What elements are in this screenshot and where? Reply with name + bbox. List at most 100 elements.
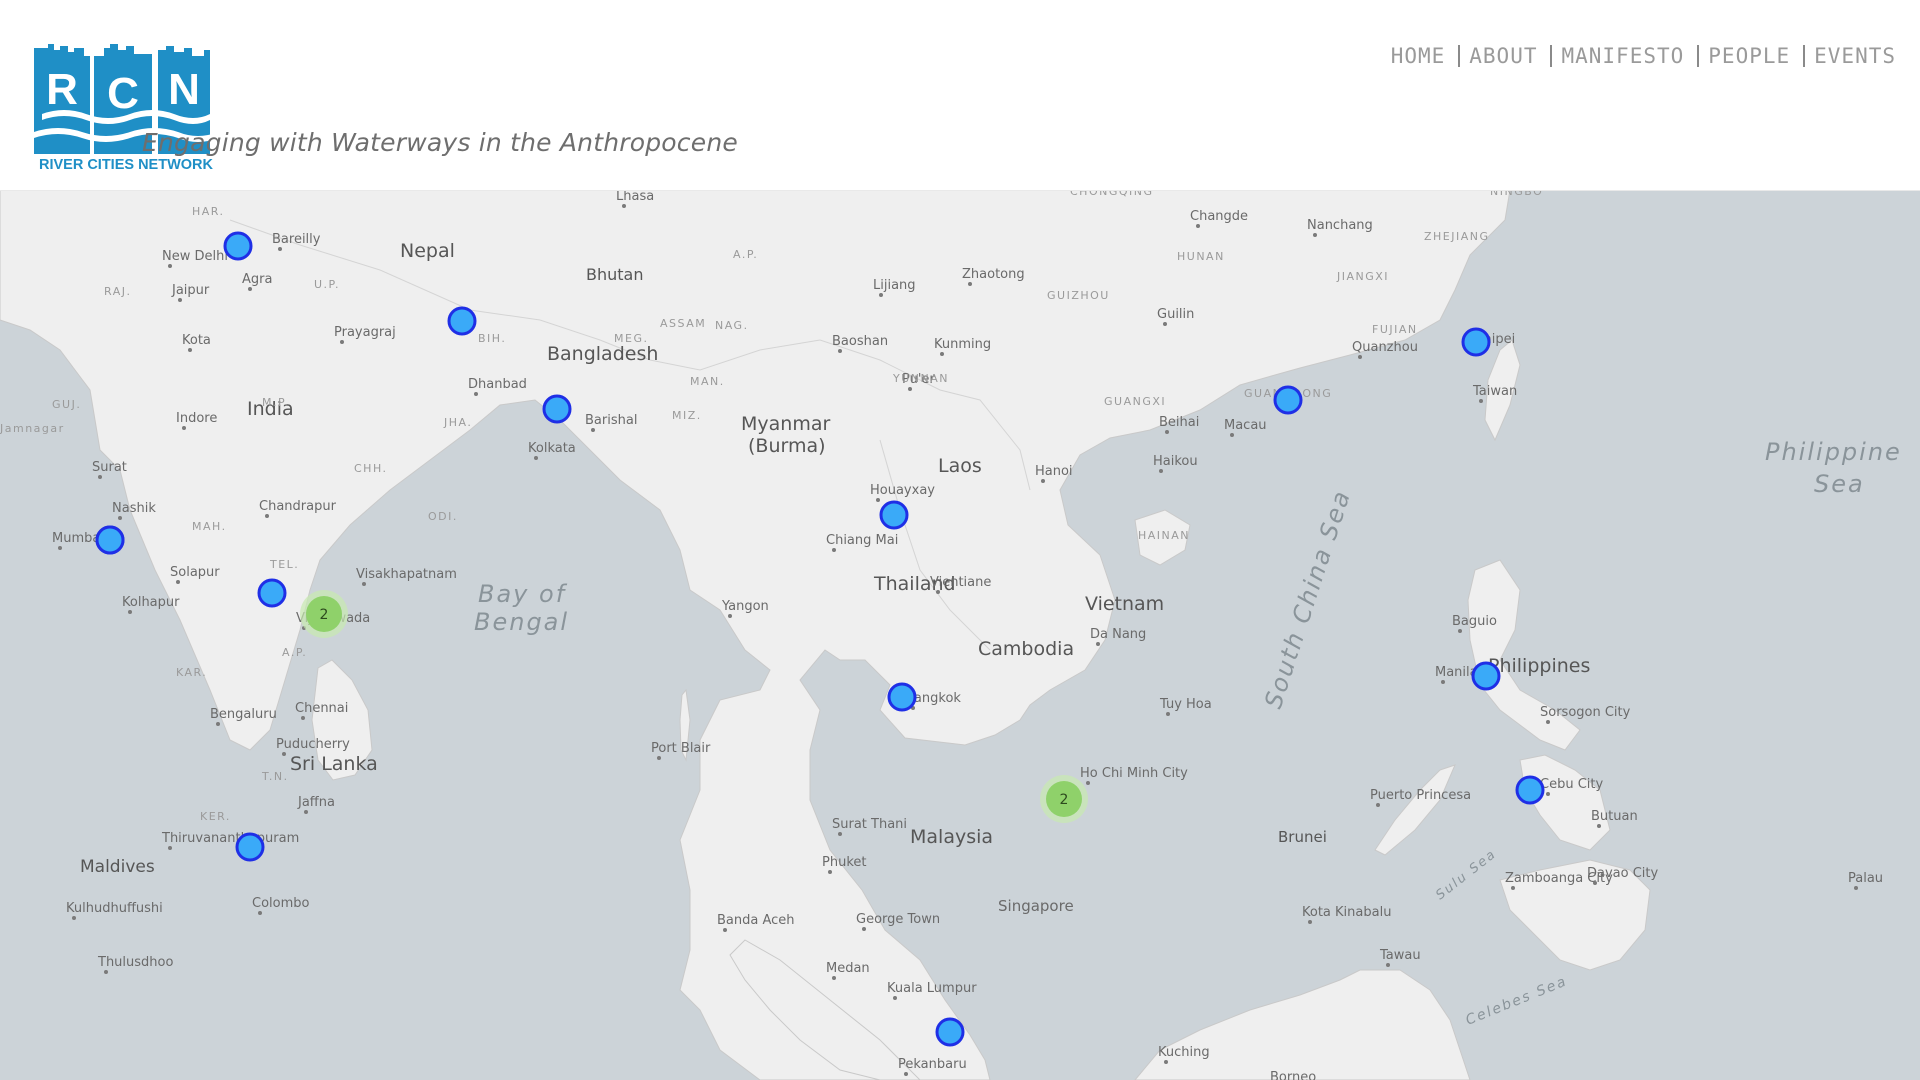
city-label: Puerto Princesa [1370, 788, 1471, 803]
city-dot [362, 582, 366, 586]
city-label: Phuket [822, 855, 866, 870]
city-dot [1164, 1060, 1168, 1064]
city-label: Chennai [295, 701, 348, 716]
city-dot [301, 716, 305, 720]
city-label: Indore [176, 411, 217, 426]
city-label: Banda Aceh [717, 913, 795, 928]
city-label: Baoshan [832, 334, 888, 349]
location-marker[interactable] [95, 525, 125, 555]
location-marker[interactable] [235, 832, 265, 862]
city-dot [876, 498, 880, 502]
country-label: Bhutan [586, 265, 643, 284]
city-dot [118, 516, 122, 520]
location-marker[interactable] [887, 682, 917, 712]
city-label: Butuan [1591, 809, 1638, 824]
country-label: Philippines [1488, 655, 1590, 677]
city-label: Surat Thani [832, 817, 907, 832]
city-dot [657, 756, 661, 760]
river-cities-map[interactable]: Nepal Bhutan Bangladesh India Myanmar (B… [0, 190, 1920, 1080]
location-marker[interactable] [1515, 775, 1545, 805]
city-dot [832, 976, 836, 980]
city-label: Puducherry [276, 737, 350, 752]
city-label: Yangon [721, 599, 769, 614]
city-label: Kuala Lumpur [887, 981, 977, 996]
site-header: R C N RIVER CITIES NETWORK Engaging with… [0, 0, 1920, 191]
city-dot [832, 548, 836, 552]
region-label: KAR. [176, 666, 207, 679]
nav-home[interactable]: HOME [1388, 44, 1449, 68]
region-label: MAN. [690, 375, 725, 388]
city-label: Cebu City [1540, 777, 1603, 792]
city-label: New Delhi [162, 249, 228, 264]
city-label: Visakhapatnam [356, 567, 457, 582]
region-label: A.P. [282, 646, 307, 659]
location-marker[interactable] [1273, 385, 1303, 415]
city-dot [216, 722, 220, 726]
city-dot [1166, 712, 1170, 716]
map-canvas[interactable]: Nepal Bhutan Bangladesh India Myanmar (B… [0, 190, 1920, 1080]
city-dot [862, 927, 866, 931]
site-tagline: Engaging with Waterways in the Anthropoc… [142, 128, 738, 157]
location-marker[interactable] [542, 394, 572, 424]
country-label: Bangladesh [547, 343, 658, 365]
city-dot [1546, 792, 1550, 796]
city-dot [838, 349, 842, 353]
city-dot [1041, 479, 1045, 483]
city-dot [622, 204, 626, 208]
location-marker[interactable] [257, 578, 287, 608]
city-dot [1441, 680, 1445, 684]
city-dot [182, 426, 186, 430]
region-label: HUNAN [1177, 250, 1225, 263]
city-dot [1458, 629, 1462, 633]
city-label: Sorsogon City [1540, 705, 1631, 720]
city-dot [1854, 886, 1858, 890]
city-label: Manila [1435, 665, 1478, 680]
nav-about[interactable]: ABOUT [1466, 44, 1540, 68]
country-label: Vietnam [1085, 593, 1164, 615]
city-dot [278, 247, 282, 251]
location-marker[interactable] [1471, 661, 1501, 691]
city-dot [940, 352, 944, 356]
city-dot [474, 392, 478, 396]
city-label: Nashik [112, 501, 156, 516]
city-dot [248, 287, 252, 291]
location-marker[interactable] [447, 306, 477, 336]
city-dot [176, 580, 180, 584]
nav-people[interactable]: PEOPLE [1705, 44, 1793, 68]
region-label: ZHEJIANG [1424, 230, 1490, 243]
city-dot [72, 916, 76, 920]
region-label: MAH. [192, 520, 227, 533]
city-dot [534, 456, 538, 460]
city-dot [838, 832, 842, 836]
city-dot [104, 970, 108, 974]
city-label: Surat [92, 460, 127, 475]
city-dot [178, 298, 182, 302]
city-label: Thiruvananthapuram [161, 831, 299, 846]
region-label: YUNNAN [892, 372, 949, 385]
region-label: RAJ. [104, 285, 131, 298]
city-dot [1313, 233, 1317, 237]
location-marker[interactable] [223, 231, 253, 261]
region-label: HAR. [192, 205, 225, 218]
location-marker[interactable] [935, 1017, 965, 1047]
city-label: Kolhapur [122, 595, 180, 610]
city-label: Kuching [1158, 1045, 1210, 1060]
region-label: HAINAN [1138, 529, 1190, 542]
city-label: Tawau [1379, 948, 1421, 963]
region-label: JIANGXI [1336, 270, 1389, 283]
location-marker[interactable] [879, 500, 909, 530]
region-label: CHONGQING [1070, 190, 1154, 198]
cluster-count: 2 [320, 607, 329, 623]
nav-manifesto[interactable]: MANIFESTO [1558, 44, 1687, 68]
nav-events[interactable]: EVENTS [1811, 44, 1899, 68]
location-marker[interactable] [1461, 327, 1491, 357]
city-label: Solapur [170, 565, 220, 580]
city-label: Ho Chi Minh City [1080, 766, 1188, 781]
city-dot [168, 264, 172, 268]
city-label: Agra [242, 272, 272, 287]
country-label: Singapore [998, 897, 1074, 915]
country-label: Laos [938, 455, 982, 477]
nav-divider [1458, 45, 1461, 67]
city-label: Tuy Hoa [1159, 697, 1212, 712]
city-label: Thulusdhoo [97, 955, 173, 970]
